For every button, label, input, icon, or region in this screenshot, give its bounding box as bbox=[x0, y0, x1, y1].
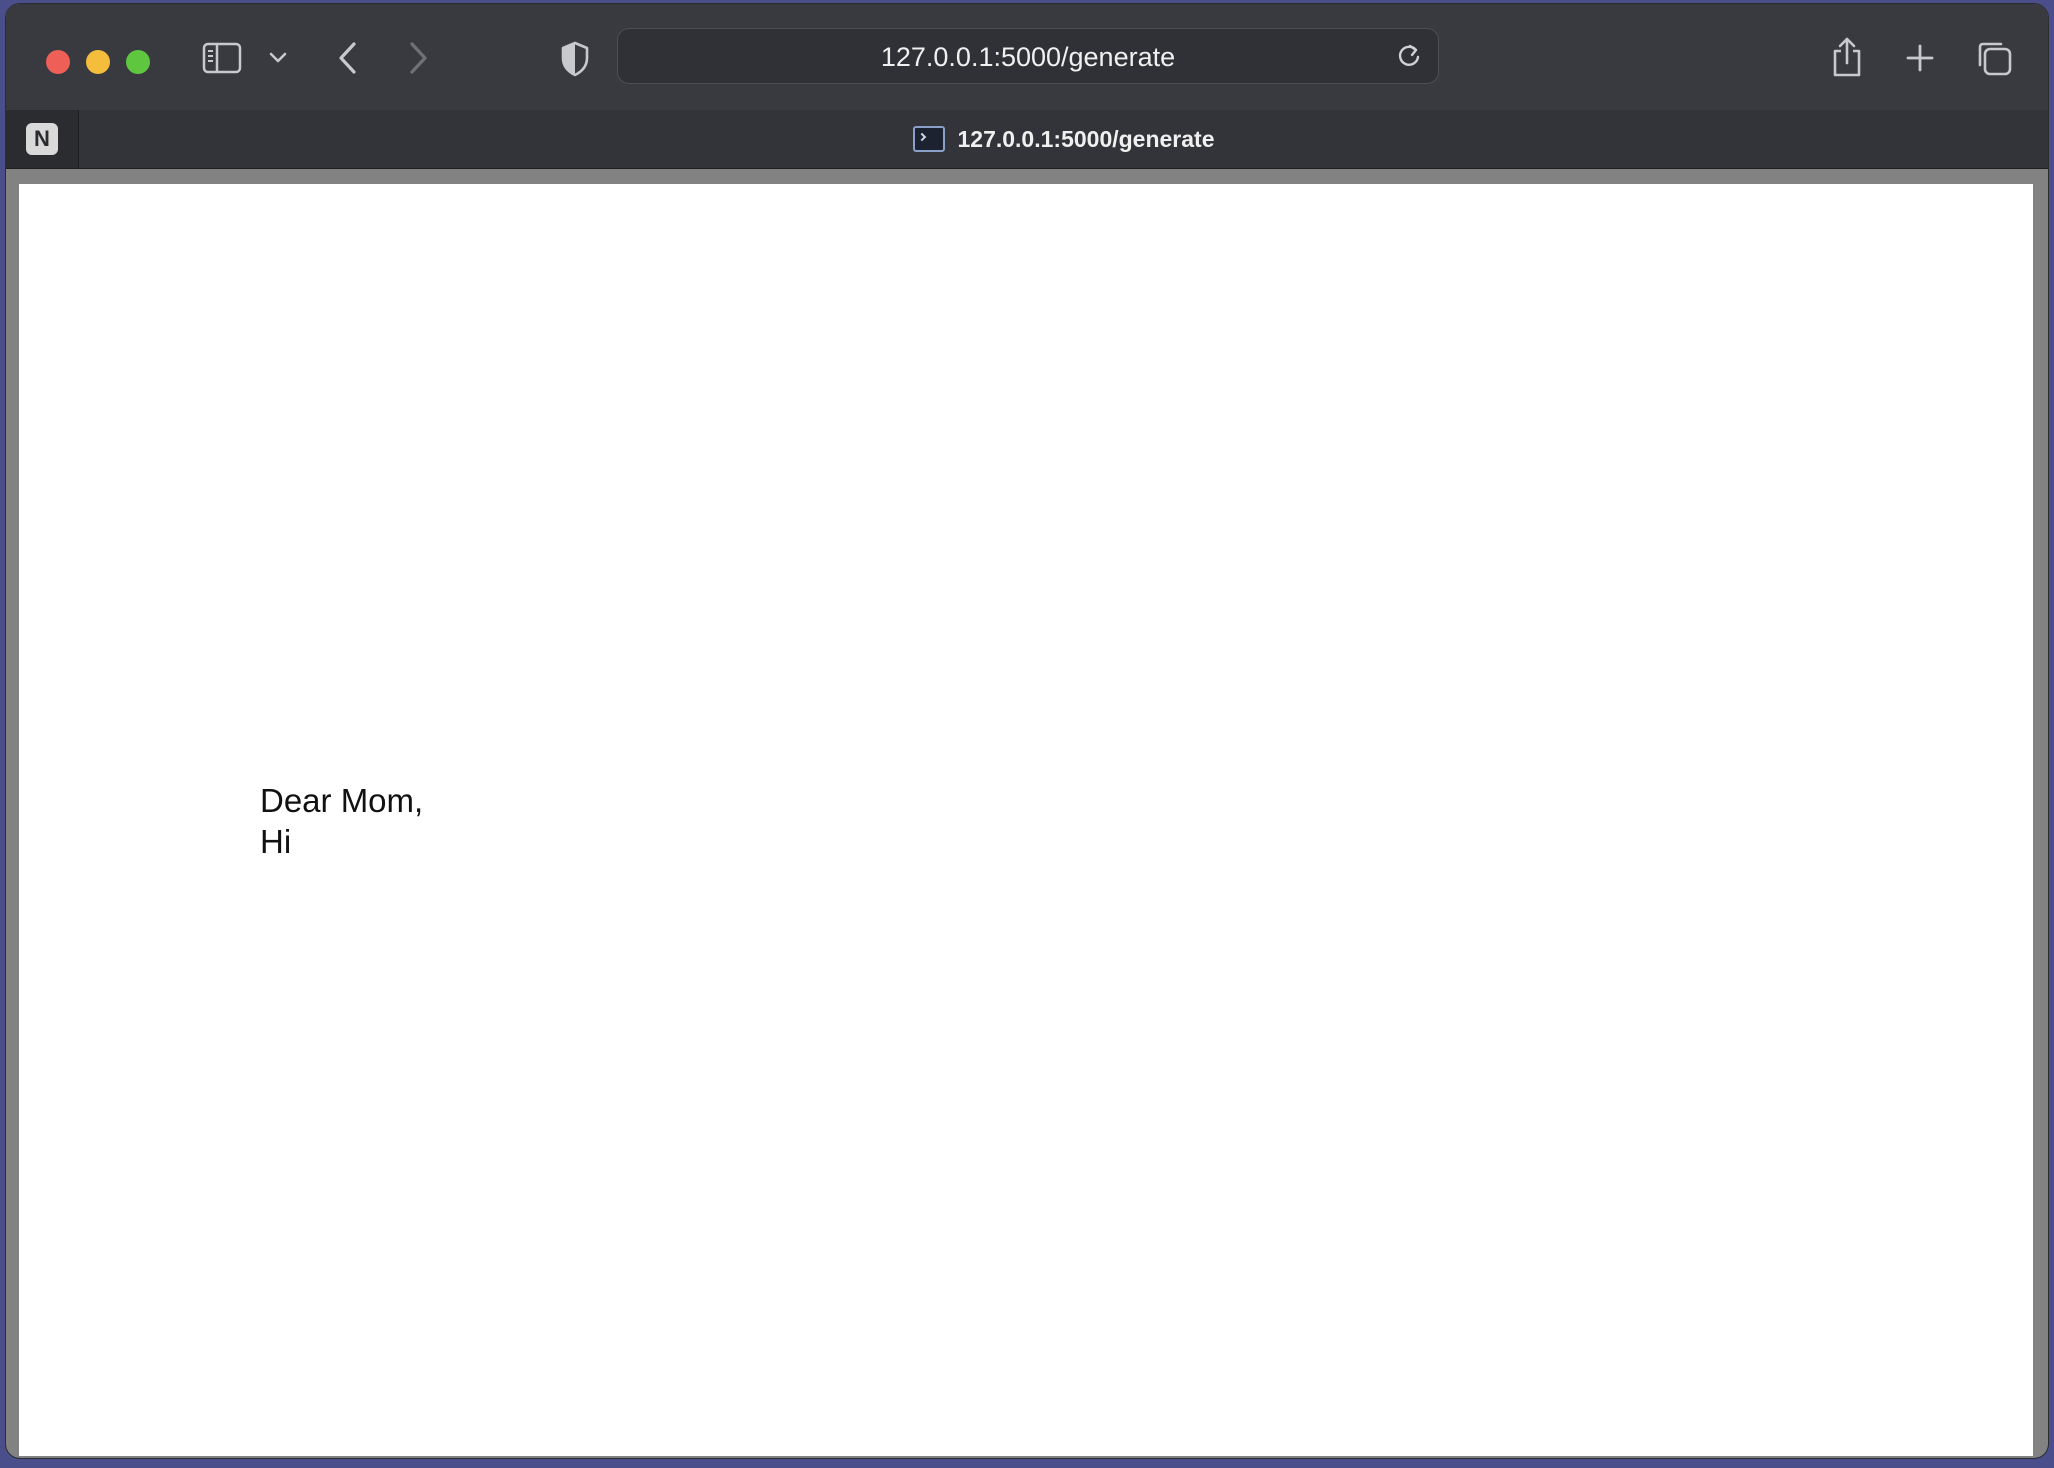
privacy-report-button[interactable] bbox=[556, 38, 594, 80]
shield-icon bbox=[561, 41, 589, 77]
share-button[interactable] bbox=[1828, 34, 1866, 80]
tab-overview-icon bbox=[1978, 42, 2012, 76]
tab-overview-button[interactable] bbox=[1974, 38, 2014, 78]
browser-window: 127.0.0.1:5000/generate N 127.0.0.1:5000… bbox=[6, 4, 2048, 1458]
close-window-button[interactable] bbox=[46, 50, 70, 74]
forward-arrow-icon bbox=[410, 42, 427, 74]
sidebar-icon bbox=[202, 42, 242, 74]
forward-button[interactable] bbox=[400, 36, 436, 80]
reload-icon bbox=[1398, 44, 1420, 66]
minimize-window-button[interactable] bbox=[86, 50, 110, 74]
new-tab-button[interactable] bbox=[1902, 40, 1938, 76]
pinned-tab[interactable]: N bbox=[6, 110, 79, 168]
letter-text: Dear Mom, Hi bbox=[260, 780, 423, 862]
letter-greeting: Dear Mom, bbox=[260, 782, 424, 819]
tab-title: 127.0.0.1:5000/generate bbox=[957, 125, 1215, 152]
zoom-window-button[interactable] bbox=[126, 50, 150, 74]
back-arrow-icon bbox=[339, 42, 356, 74]
browser-toolbar: 127.0.0.1:5000/generate bbox=[6, 4, 2048, 110]
tab-bar: N 127.0.0.1:5000/generate bbox=[6, 110, 2048, 169]
address-bar-url[interactable]: 127.0.0.1:5000/generate bbox=[618, 44, 1438, 71]
pinned-tab-favicon: N bbox=[26, 123, 58, 155]
plus-icon bbox=[1906, 44, 1934, 72]
terminal-favicon-icon bbox=[913, 126, 946, 152]
share-icon bbox=[1833, 37, 1861, 77]
reload-button[interactable] bbox=[1394, 41, 1424, 71]
active-tab[interactable]: 127.0.0.1:5000/generate bbox=[80, 110, 2048, 168]
address-bar[interactable]: 127.0.0.1:5000/generate bbox=[617, 28, 1439, 84]
chevron-down-icon bbox=[269, 52, 287, 63]
page-content: Dear Mom, Hi bbox=[19, 184, 2033, 1456]
letter-body: Hi bbox=[260, 823, 292, 860]
sidebar-menu-button[interactable] bbox=[264, 44, 292, 72]
back-button[interactable] bbox=[330, 36, 366, 80]
sidebar-toggle-button[interactable] bbox=[198, 38, 246, 78]
